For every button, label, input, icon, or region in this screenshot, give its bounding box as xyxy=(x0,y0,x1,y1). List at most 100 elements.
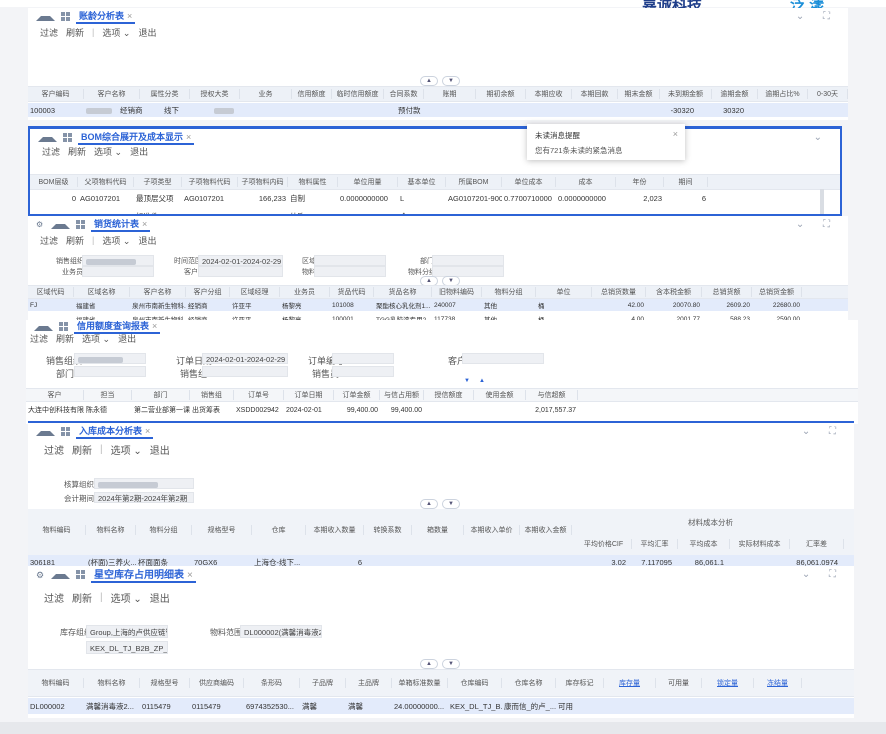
chevron-down-icon[interactable]: ▼ xyxy=(442,76,460,86)
column-header[interactable]: 物料分组 xyxy=(136,525,192,535)
column-header[interactable]: 物料编码 xyxy=(28,678,84,688)
salesman-field[interactable] xyxy=(332,366,394,377)
refresh-button[interactable]: 刷新 xyxy=(72,590,92,605)
column-header[interactable]: 订单日期 xyxy=(284,390,334,400)
home-icon[interactable] xyxy=(51,216,70,229)
exit-button[interactable]: 退出 xyxy=(118,332,136,345)
table-row[interactable]: 0 AG0107201 最顶层父项 AG0107201 166,233 自制 0.00000… xyxy=(30,191,840,205)
column-header[interactable]: 物料名称 xyxy=(86,525,136,535)
home-icon[interactable] xyxy=(51,566,70,579)
options-menu[interactable]: 选项 ⌄ xyxy=(111,590,142,605)
column-header[interactable]: 成本 xyxy=(556,177,616,187)
column-header[interactable]: 区域经理 xyxy=(230,287,280,297)
refresh-button[interactable]: 刷新 xyxy=(72,442,92,457)
column-header[interactable]: 子项物料内码 xyxy=(238,177,288,187)
column-header[interactable]: 库存标记 xyxy=(556,678,604,688)
period-field[interactable]: 2024-02-01-2024-02-29 xyxy=(198,255,283,266)
tab-inbound-cost[interactable]: 入库成本分析表 × xyxy=(76,424,154,439)
close-icon[interactable]: × xyxy=(145,426,150,436)
dept-field[interactable] xyxy=(74,366,146,377)
column-header[interactable]: 信用额度 xyxy=(292,89,332,99)
column-header[interactable]: 业务 xyxy=(240,89,292,99)
filter-button[interactable]: 过滤 xyxy=(42,145,60,158)
dept-field[interactable] xyxy=(432,255,504,266)
customer-field[interactable] xyxy=(198,266,283,277)
tab-aging-analysis[interactable]: 账龄分析表 × xyxy=(76,9,136,24)
column-header[interactable]: 客户名称 xyxy=(84,89,140,99)
apps-grid-icon[interactable] xyxy=(59,321,68,331)
column-header[interactable]: 区域代码 xyxy=(28,287,74,297)
column-header[interactable]: 担当 xyxy=(84,390,132,400)
filter-button[interactable]: 过滤 xyxy=(40,234,58,247)
refresh-button[interactable]: 刷新 xyxy=(66,26,84,39)
material-field[interactable] xyxy=(314,266,386,277)
column-header[interactable]: 逾期金额 xyxy=(712,89,758,99)
window-controls[interactable]: ⌄ ⛶ xyxy=(802,426,844,437)
column-header[interactable]: 箱数量 xyxy=(412,525,464,535)
column-header[interactable]: 单位用量 xyxy=(338,177,398,187)
material-range-field[interactable]: DL000002(满馨消毒液250 xyxy=(240,625,322,638)
chevron-down-icon[interactable]: ▼ xyxy=(442,499,460,509)
column-header[interactable]: 总销货数量 xyxy=(592,287,646,297)
column-header[interactable]: 期间 xyxy=(664,177,708,187)
exit-button[interactable]: 退出 xyxy=(138,234,156,247)
close-icon[interactable]: × xyxy=(142,219,147,229)
window-controls[interactable]: ⌄ xyxy=(814,132,830,143)
column-header[interactable]: 父项物料代码 xyxy=(78,177,134,187)
column-header[interactable]: 总销货金额 xyxy=(752,287,802,297)
column-header[interactable]: 子品牌 xyxy=(300,678,346,688)
close-icon[interactable]: × xyxy=(673,129,678,139)
tab-sales-stats[interactable]: 销货统计表 × xyxy=(91,217,151,232)
column-header[interactable]: 子项物料代码 xyxy=(182,177,238,187)
options-menu[interactable]: 选项 ⌄ xyxy=(102,26,130,39)
column-header[interactable]: 仓库 xyxy=(252,525,306,535)
column-header[interactable]: 区域名称 xyxy=(74,287,130,297)
apps-grid-icon[interactable] xyxy=(63,132,72,142)
org-field[interactable] xyxy=(74,353,146,364)
column-header[interactable]: 实际材料成本 xyxy=(730,539,790,549)
column-header[interactable]: 平均价格CIF xyxy=(576,539,632,549)
column-header[interactable]: 物料名称 xyxy=(84,678,140,688)
apps-grid-icon[interactable] xyxy=(76,219,85,229)
options-menu[interactable]: 选项 ⌄ xyxy=(94,145,122,158)
table-row[interactable]: DL000002 满馨消毒液2... 0115479 0115479 697435253… xyxy=(28,698,854,714)
exit-button[interactable]: 退出 xyxy=(150,590,170,605)
column-header[interactable]: 期末金额 xyxy=(618,89,660,99)
column-header[interactable]: 货品名称 xyxy=(374,287,432,297)
filter-button[interactable]: 过滤 xyxy=(44,442,64,457)
collapse-arrows[interactable]: ▼▲ xyxy=(464,378,494,384)
close-icon[interactable]: × xyxy=(127,11,132,21)
order-date-field[interactable]: 2024-02-01-2024-02-29 xyxy=(202,353,288,364)
options-menu[interactable]: 选项 ⌄ xyxy=(82,332,110,345)
apps-grid-icon[interactable] xyxy=(76,569,85,579)
apps-grid-icon[interactable] xyxy=(61,11,70,21)
column-header[interactable]: 账期 xyxy=(424,89,476,99)
column-header[interactable]: 订单金额 xyxy=(334,390,380,400)
column-header[interactable]: 汇率差 xyxy=(790,539,844,549)
options-menu[interactable]: 选项 ⌄ xyxy=(111,442,142,457)
column-header[interactable]: 仓库编码 xyxy=(448,678,502,688)
column-header[interactable]: 旧物料编码 xyxy=(432,287,482,297)
tab-inventory-occupancy[interactable]: 星空库存占用明细表 × xyxy=(91,566,196,583)
table-row[interactable]: 福建省泉州市南新生物科...经销商许亚平杨黎亮100001TGG乳胶漆专用2..… xyxy=(28,313,848,321)
column-header[interactable]: 单箱标准数量 xyxy=(392,678,448,688)
options-menu[interactable]: 选项 ⌄ xyxy=(102,234,130,247)
stock-org-field[interactable]: Group,上海的卢供应链管理 xyxy=(86,625,168,638)
column-header[interactable]: 客户 xyxy=(26,390,84,400)
column-header[interactable]: 客户编码 xyxy=(28,89,84,99)
close-icon[interactable]: × xyxy=(187,570,193,581)
collapse-toggle[interactable]: ▲ ▼ xyxy=(420,76,460,86)
column-header[interactable]: 锁定量 xyxy=(702,678,754,688)
column-header[interactable]: 属性分类 xyxy=(140,89,190,99)
table-row[interactable]: 1 AG0107201 标准件 BC0006 154,133 外购 0.0060000000… xyxy=(30,209,840,215)
column-header[interactable]: 供应商编码 xyxy=(190,678,244,688)
column-header[interactable]: 转换系数 xyxy=(364,525,412,535)
column-header[interactable]: 部门 xyxy=(132,390,190,400)
settings-icon[interactable]: ⚙ xyxy=(36,220,45,229)
column-header[interactable]: 单位成本 xyxy=(502,177,556,187)
column-header[interactable]: 授权大类 xyxy=(190,89,240,99)
column-header[interactable]: 冻结量 xyxy=(754,678,802,688)
close-icon[interactable]: × xyxy=(152,321,157,331)
column-header[interactable]: 平均成本 xyxy=(678,539,730,549)
settings-icon[interactable]: ⚙ xyxy=(36,570,45,580)
